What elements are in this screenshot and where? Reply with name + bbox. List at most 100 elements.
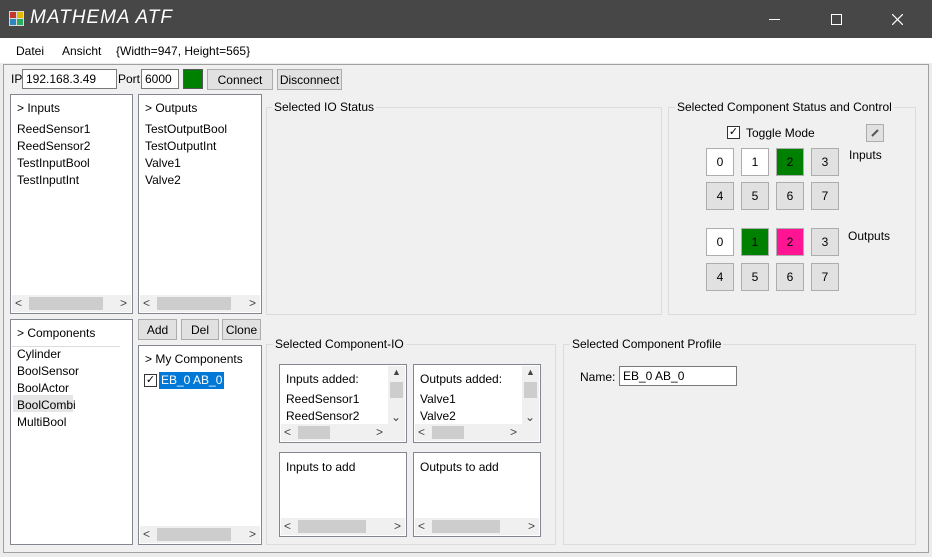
list-item[interactable]: BoolActor	[17, 381, 69, 395]
outputs-list[interactable]: > Outputs TestOutputBool TestOutputInt V…	[138, 94, 262, 314]
input-button-0[interactable]: 0	[706, 148, 734, 176]
list-item[interactable]: Valve2	[145, 173, 181, 187]
my-components-hscrollbar[interactable]: < >	[140, 526, 260, 543]
add-button[interactable]: Add	[138, 319, 177, 340]
scroll-thumb[interactable]	[524, 382, 537, 398]
scroll-left-icon[interactable]: <	[418, 424, 425, 441]
input-button-3[interactable]: 3	[811, 148, 839, 176]
inputs-to-add-list[interactable]: Inputs to add < >	[279, 452, 407, 537]
list-item[interactable]: ReedSensor2	[17, 139, 90, 153]
output-button-0[interactable]: 0	[706, 228, 734, 256]
list-item[interactable]: Valve1	[145, 156, 181, 170]
minimize-button[interactable]	[751, 0, 797, 38]
inputs-to-add-hscrollbar[interactable]: < >	[281, 518, 405, 535]
list-item[interactable]: ReedSensor1	[17, 122, 90, 136]
scroll-thumb[interactable]	[298, 426, 330, 439]
component-checkbox[interactable]: ✓	[144, 374, 157, 387]
scroll-left-icon[interactable]: <	[418, 518, 425, 535]
scroll-left-icon[interactable]: <	[15, 295, 22, 312]
menu-ansicht[interactable]: Ansicht	[62, 44, 101, 58]
scroll-right-icon[interactable]: >	[249, 526, 256, 543]
outputs-added-hscrollbar[interactable]: < >	[415, 424, 539, 441]
scroll-right-icon[interactable]: >	[376, 424, 383, 441]
scroll-thumb[interactable]	[157, 528, 231, 541]
inputs-to-add-header: Inputs to add	[286, 460, 356, 474]
inputs-added-header: Inputs added:	[286, 372, 359, 386]
menu-bar: Datei Ansicht {Width=947, Height=565}	[0, 38, 932, 63]
components-list[interactable]: > Components Cylinder BoolSensor BoolAct…	[10, 319, 133, 545]
scroll-thumb[interactable]	[29, 297, 103, 310]
input-button-4[interactable]: 4	[706, 182, 734, 210]
scroll-up-icon[interactable]: ▲	[392, 367, 401, 377]
output-button-6[interactable]: 6	[776, 263, 804, 291]
scroll-right-icon[interactable]: >	[394, 518, 401, 535]
scroll-left-icon[interactable]: <	[284, 424, 291, 441]
scroll-right-icon[interactable]: >	[510, 424, 517, 441]
list-item[interactable]: Valve1	[420, 392, 456, 406]
inputs-added-hscrollbar[interactable]: < >	[281, 424, 405, 441]
output-button-7[interactable]: 7	[811, 263, 839, 291]
scroll-right-icon[interactable]: >	[120, 295, 127, 312]
input-button-1[interactable]: 1	[741, 148, 769, 176]
list-item[interactable]: Valve2	[420, 409, 456, 423]
scroll-right-icon[interactable]: >	[249, 295, 256, 312]
inputs-label: Inputs	[849, 148, 882, 162]
del-button[interactable]: Del	[181, 319, 219, 340]
my-component-item[interactable]: EB_0 AB_0	[159, 372, 225, 389]
inputs-added-list[interactable]: Inputs added: ReedSensor1 ReedSensor2 ▲ …	[279, 364, 407, 443]
title-bar: MATHEMA ATF	[0, 0, 932, 38]
inputs-hscrollbar[interactable]: < >	[12, 295, 131, 312]
my-components-list[interactable]: > My Components ✓ EB_0 AB_0 < >	[138, 345, 262, 545]
scroll-up-icon[interactable]: ▲	[526, 367, 535, 377]
toggle-mode-checkbox[interactable]: ✓	[727, 126, 740, 139]
name-input[interactable]: EB_0 AB_0	[619, 366, 737, 386]
output-button-5[interactable]: 5	[741, 263, 769, 291]
list-item[interactable]: TestInputInt	[17, 173, 79, 187]
port-input[interactable]: 6000	[141, 69, 179, 89]
inputs-list[interactable]: > Inputs ReedSensor1 ReedSensor2 TestInp…	[10, 94, 133, 314]
scroll-thumb[interactable]	[432, 520, 500, 533]
list-item[interactable]: TestOutputBool	[145, 122, 227, 136]
list-item[interactable]: ReedSensor1	[286, 392, 359, 406]
list-item[interactable]: MultiBool	[17, 415, 66, 429]
scroll-thumb[interactable]	[298, 520, 366, 533]
input-button-2[interactable]: 2	[776, 148, 804, 176]
inputs-added-vscrollbar[interactable]: ▲ ⌄	[388, 366, 405, 424]
scroll-left-icon[interactable]: <	[284, 518, 291, 535]
ip-input[interactable]: 192.168.3.49	[22, 69, 117, 89]
clone-button[interactable]: Clone	[222, 319, 261, 340]
scroll-right-icon[interactable]: >	[528, 518, 535, 535]
disconnect-button[interactable]: Disconnect	[277, 69, 342, 90]
input-button-7[interactable]: 7	[811, 182, 839, 210]
outputs-to-add-list[interactable]: Outputs to add < >	[413, 452, 541, 537]
output-button-4[interactable]: 4	[706, 263, 734, 291]
edit-button[interactable]	[866, 124, 884, 142]
connect-button[interactable]: Connect	[207, 69, 273, 90]
scroll-thumb[interactable]	[390, 382, 403, 398]
list-item[interactable]: BoolSensor	[17, 364, 79, 378]
scroll-thumb[interactable]	[157, 297, 231, 310]
scroll-left-icon[interactable]: <	[143, 295, 150, 312]
menu-datei[interactable]: Datei	[16, 44, 44, 58]
outputs-hscrollbar[interactable]: < >	[140, 295, 260, 312]
scroll-thumb[interactable]	[432, 426, 464, 439]
scroll-left-icon[interactable]: <	[143, 526, 150, 543]
name-label: Name:	[580, 370, 616, 384]
scroll-down-icon[interactable]: ⌄	[525, 410, 535, 424]
list-item[interactable]: ReedSensor2	[286, 409, 359, 423]
list-item[interactable]: BoolCombi	[17, 398, 76, 412]
outputs-added-vscrollbar[interactable]: ▲ ⌄	[522, 366, 539, 424]
output-button-2[interactable]: 2	[776, 228, 804, 256]
maximize-button[interactable]	[813, 0, 859, 38]
list-item[interactable]: TestInputBool	[17, 156, 90, 170]
scroll-down-icon[interactable]: ⌄	[391, 410, 401, 424]
list-item[interactable]: Cylinder	[17, 347, 61, 361]
list-item[interactable]: TestOutputInt	[145, 139, 216, 153]
outputs-to-add-hscrollbar[interactable]: < >	[415, 518, 539, 535]
input-button-6[interactable]: 6	[776, 182, 804, 210]
input-button-5[interactable]: 5	[741, 182, 769, 210]
outputs-added-list[interactable]: Outputs added: Valve1 Valve2 ▲ ⌄ < >	[413, 364, 541, 443]
output-button-3[interactable]: 3	[811, 228, 839, 256]
output-button-1[interactable]: 1	[741, 228, 769, 256]
close-button[interactable]	[874, 0, 920, 38]
